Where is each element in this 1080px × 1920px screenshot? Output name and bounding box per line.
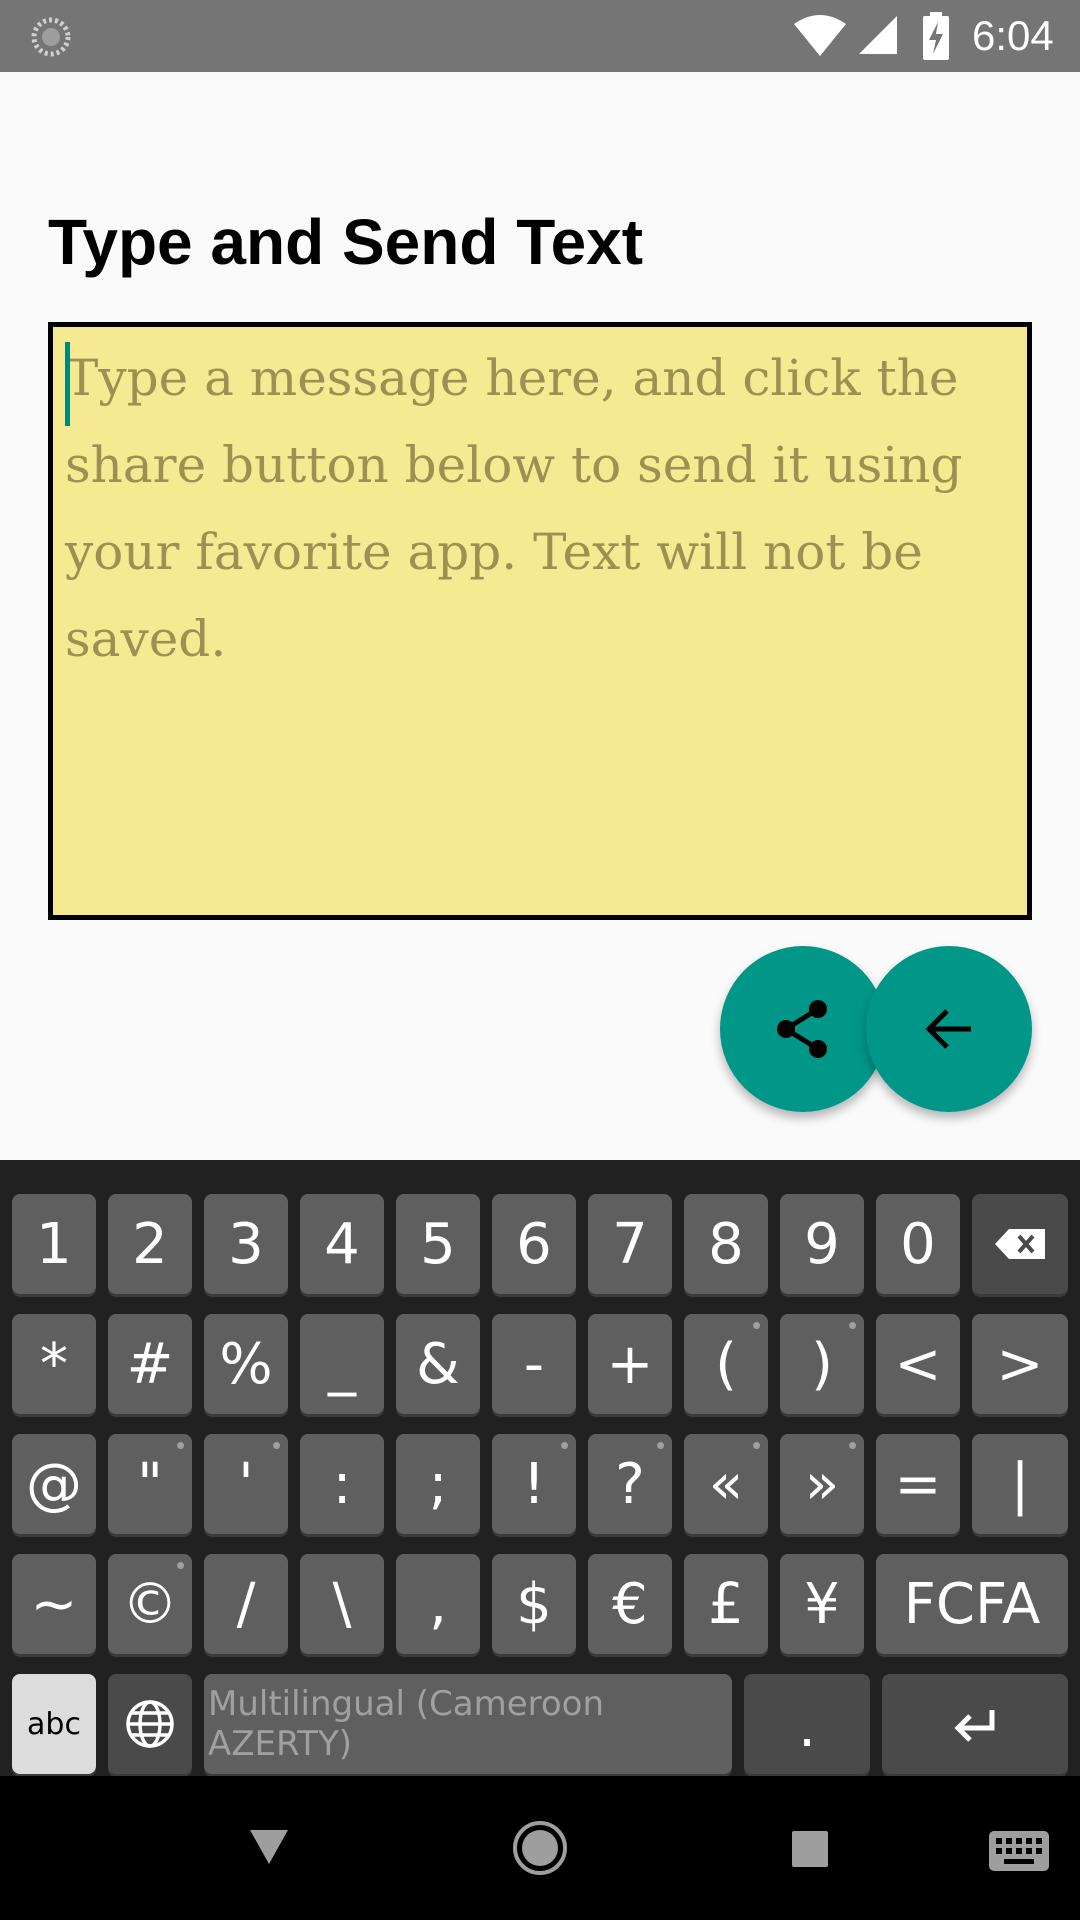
key-double-quote[interactable]: " (108, 1434, 192, 1534)
key-slash[interactable]: / (204, 1554, 288, 1654)
key-9[interactable]: 9 (780, 1194, 864, 1294)
key-hash[interactable]: # (108, 1314, 192, 1414)
message-input[interactable] (53, 327, 1027, 915)
keyboard-switch-icon[interactable] (988, 1830, 1050, 1872)
backspace-key[interactable] (972, 1194, 1068, 1294)
more-keys-indicator (849, 1322, 856, 1329)
key-fcfa[interactable]: FCFA (876, 1554, 1068, 1654)
wifi-icon (794, 15, 846, 56)
screen: 6:04 Type and Send Text 1 2 3 4 5 6 7 8 … (0, 0, 1080, 1920)
key-pound[interactable]: £ (684, 1554, 768, 1654)
battery-charging-icon (923, 12, 949, 60)
key-exclamation[interactable]: ! (492, 1434, 576, 1534)
key-double-quote-label: " (137, 1451, 163, 1517)
message-box (48, 322, 1032, 920)
key-euro[interactable]: € (588, 1554, 672, 1654)
key-7[interactable]: 7 (588, 1194, 672, 1294)
key-copyright[interactable]: © (108, 1554, 192, 1654)
backspace-icon (995, 1229, 1045, 1259)
key-close-paren[interactable]: ) (780, 1314, 864, 1414)
key-dollar[interactable]: $ (492, 1554, 576, 1654)
more-keys-indicator (849, 1442, 856, 1449)
key-less-than[interactable]: < (876, 1314, 960, 1414)
key-at[interactable]: @ (12, 1434, 96, 1534)
abc-key[interactable]: abc (12, 1674, 96, 1774)
key-equals[interactable]: = (876, 1434, 960, 1534)
key-right-guillemet[interactable]: » (780, 1434, 864, 1534)
key-minus[interactable]: - (492, 1314, 576, 1414)
key-single-quote[interactable]: ' (204, 1434, 288, 1534)
more-keys-indicator (753, 1322, 760, 1329)
share-icon (777, 1000, 827, 1058)
key-tilde[interactable]: ~ (12, 1554, 96, 1654)
key-exclamation-label: ! (522, 1451, 546, 1517)
key-underscore[interactable]: _ (300, 1314, 384, 1414)
status-time: 6:04 (972, 12, 1054, 59)
key-single-quote-label: ' (238, 1451, 254, 1517)
key-asterisk[interactable]: * (12, 1314, 96, 1414)
key-8[interactable]: 8 (684, 1194, 768, 1294)
key-comma[interactable]: , (396, 1554, 480, 1654)
key-question-label: ? (615, 1451, 645, 1517)
more-keys-indicator (657, 1442, 664, 1449)
enter-key[interactable] (882, 1674, 1068, 1774)
status-bar: 6:04 (0, 0, 1080, 72)
period-key[interactable]: . (744, 1674, 870, 1774)
key-2[interactable]: 2 (108, 1194, 192, 1294)
key-open-paren-label: ( (715, 1331, 737, 1397)
more-keys-indicator (753, 1442, 760, 1449)
key-yen[interactable]: ¥ (780, 1554, 864, 1654)
key-semicolon[interactable]: ; (396, 1434, 480, 1534)
sync-icon (31, 17, 71, 57)
more-keys-indicator (177, 1562, 184, 1569)
page-title: Type and Send Text (48, 206, 644, 278)
key-4[interactable]: 4 (300, 1194, 384, 1294)
language-key[interactable] (108, 1674, 192, 1774)
arrow-back-icon (925, 1009, 971, 1049)
key-0[interactable]: 0 (876, 1194, 960, 1294)
more-keys-indicator (561, 1442, 568, 1449)
more-keys-indicator (273, 1442, 280, 1449)
key-pipe[interactable]: | (972, 1434, 1068, 1534)
key-percent[interactable]: % (204, 1314, 288, 1414)
key-open-paren[interactable]: ( (684, 1314, 768, 1414)
space-key[interactable]: Multilingual (Cameroon AZERTY) (204, 1674, 732, 1774)
navigation-bar (0, 1776, 1080, 1920)
key-left-guillemet[interactable]: « (684, 1434, 768, 1534)
key-5[interactable]: 5 (396, 1194, 480, 1294)
key-3[interactable]: 3 (204, 1194, 288, 1294)
symbol-keyboard: 1 2 3 4 5 6 7 8 9 0 * # % _ & - + ( ) < … (0, 1160, 1080, 1776)
key-colon[interactable]: : (300, 1434, 384, 1534)
back-button[interactable] (866, 946, 1032, 1112)
nav-back-icon[interactable] (248, 1828, 290, 1866)
nav-recents-icon[interactable] (791, 1830, 829, 1868)
key-plus[interactable]: + (588, 1314, 672, 1414)
cell-signal-icon (859, 16, 897, 54)
key-copyright-label: © (122, 1571, 178, 1637)
share-button[interactable] (720, 946, 886, 1112)
key-ampersand[interactable]: & (396, 1314, 480, 1414)
nav-home-icon[interactable] (512, 1820, 568, 1876)
key-close-paren-label: ) (811, 1331, 833, 1397)
enter-icon (954, 1710, 995, 1742)
key-right-guillemet-label: » (804, 1451, 840, 1517)
key-question[interactable]: ? (588, 1434, 672, 1534)
key-left-guillemet-label: « (708, 1451, 744, 1517)
key-6[interactable]: 6 (492, 1194, 576, 1294)
key-backslash[interactable]: \ (300, 1554, 384, 1654)
text-cursor (65, 342, 70, 426)
key-greater-than[interactable]: > (972, 1314, 1068, 1414)
more-keys-indicator (177, 1442, 184, 1449)
key-1[interactable]: 1 (12, 1194, 96, 1294)
globe-icon (126, 1700, 174, 1748)
